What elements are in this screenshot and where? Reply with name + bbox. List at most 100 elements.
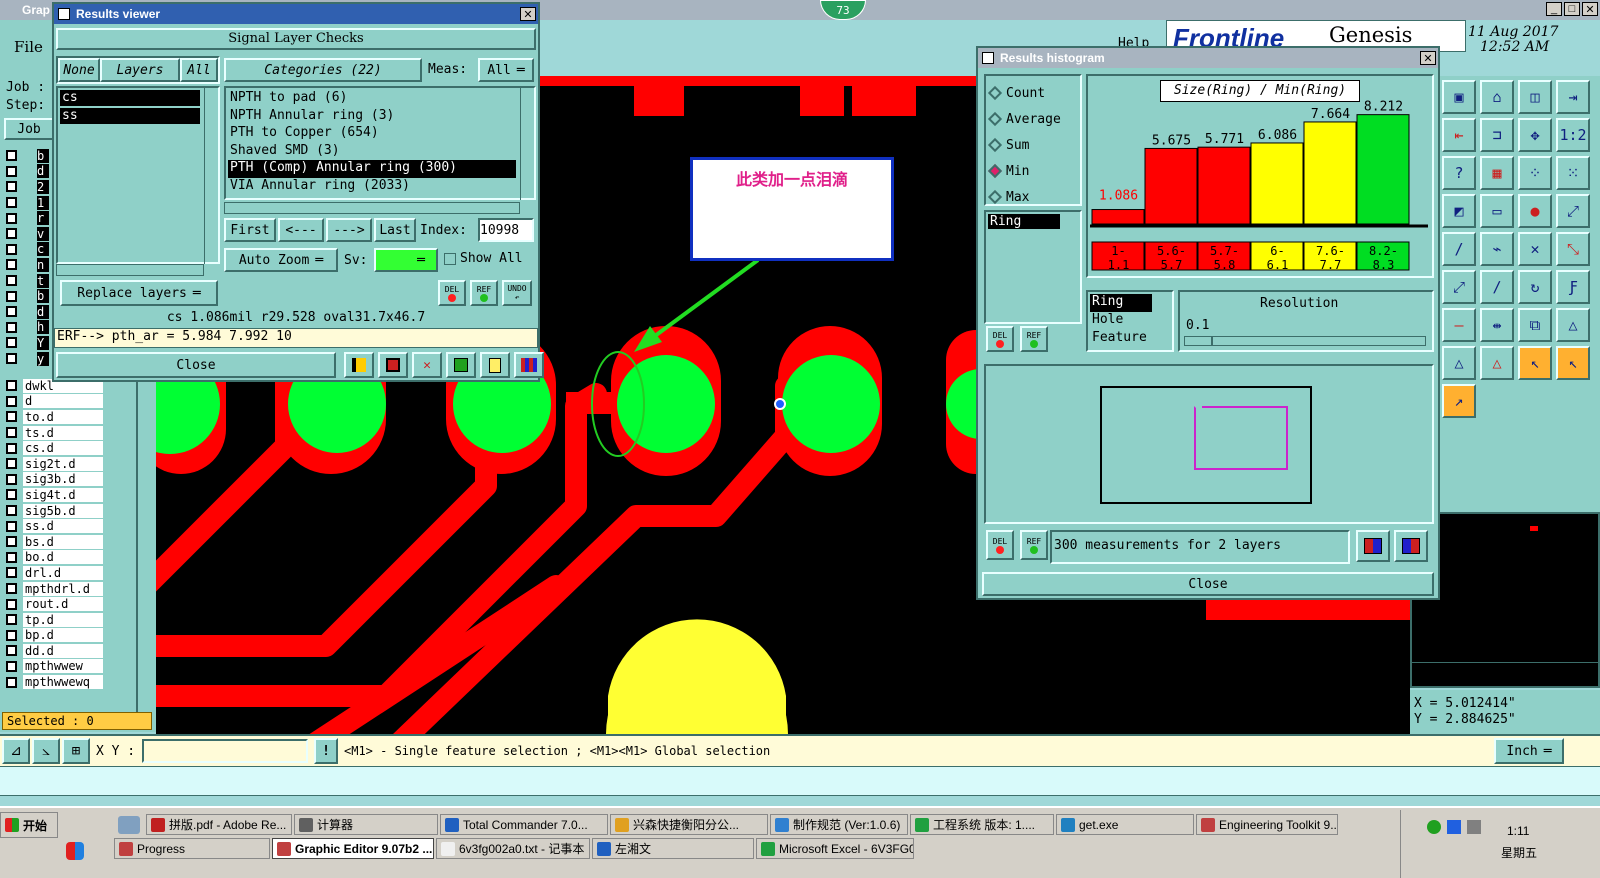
checkbox-icon[interactable] [6,165,17,177]
field-list[interactable]: Ring Hole Feature [1086,290,1174,352]
checkbox-icon[interactable] [6,259,17,271]
layer-row[interactable]: cs.d [6,440,103,456]
pointer-b-tool[interactable]: ↖ [1556,346,1590,380]
close-icon[interactable]: ✕ [520,7,536,21]
checkbox-icon[interactable] [6,614,17,626]
checkbox-icon[interactable] [6,598,17,610]
taskbar-button[interactable]: 拼版.pdf - Adobe Re... [146,814,292,835]
categories-list[interactable]: NPTH to pad (6) NPTH Annular ring (3) PTH … [224,86,536,200]
node-edit-tool[interactable]: ⌁ [1480,232,1514,266]
close-icon[interactable]: ✕ [1420,51,1436,65]
rotate-tool[interactable]: ↻ [1518,270,1552,304]
layer-row[interactable]: v [6,226,49,242]
line-remove-tool[interactable]: — [1442,308,1476,342]
layer-row[interactable]: r [6,210,49,226]
stat-radio[interactable]: Max [986,184,1080,210]
help-tool[interactable]: ? [1442,156,1476,190]
preview-ref-button[interactable]: REF [1020,530,1048,560]
step-back-tool[interactable]: ⇤ [1442,118,1476,152]
taskbar-button[interactable]: Total Commander 7.0... [440,814,608,835]
checkbox-icon[interactable] [6,380,17,392]
pointer-a-tool[interactable]: ↖ [1518,346,1552,380]
layer-row[interactable]: to.d [6,409,103,425]
layer-row[interactable]: n [6,257,49,273]
category-item[interactable]: Shaved SMD (3) [228,143,516,161]
meas-select[interactable]: All ═ [478,58,534,82]
checkbox-icon[interactable] [6,567,17,579]
categories-scrollbar[interactable] [520,86,534,200]
checkbox-icon[interactable] [6,520,17,532]
arc-a-tool[interactable]: △ [1556,308,1590,342]
xy-input[interactable] [142,739,308,763]
taskbar-button[interactable]: Graphic Editor 9.07b2 ... [272,838,434,859]
close-icon[interactable]: ✕ [1582,2,1598,16]
taskbar-button[interactable]: get.exe [1056,814,1194,835]
checkbox-icon[interactable] [6,321,17,333]
arc-c-tool[interactable]: △ [1480,346,1514,380]
checkbox-icon[interactable] [6,629,17,641]
layer-row[interactable]: mpthwwew [6,659,103,675]
show-all-checkbox[interactable]: Show All [444,251,523,266]
taskbar-button[interactable]: 工程系统 版本: 1.... [910,814,1054,835]
checkbox-icon[interactable] [6,676,17,688]
sv-color-select[interactable]: ═ [374,248,438,272]
layer-list-item[interactable]: ss [60,108,200,124]
layer-row[interactable]: tp.d [6,612,103,628]
resolution-slider[interactable] [1184,336,1426,346]
report-icon[interactable] [480,352,510,378]
edit-text-tool[interactable]: Ƒ [1556,270,1590,304]
ring-list[interactable]: Ring [984,210,1082,324]
connect-tool[interactable]: ⤢ [1442,270,1476,304]
checkbox-icon[interactable] [6,275,17,287]
layer-row[interactable]: mpthdrl.d [6,581,103,597]
prev-button[interactable]: <--- [278,218,324,242]
layer-row[interactable]: t [6,273,49,289]
checkbox-icon[interactable] [6,395,17,407]
taskbar-button[interactable]: 兴森快捷衡阳分公... [610,814,768,835]
align-center-tool[interactable]: ✥ [1518,118,1552,152]
layer-row[interactable]: mpthwwewq [6,674,103,690]
units-select[interactable]: Inch ═ [1494,738,1564,764]
pan-tool[interactable]: ⤢ [1556,194,1590,228]
taskbar-button[interactable]: 左湘文 [592,838,754,859]
category-item[interactable]: PTH (Comp) Annular ring (300) [228,160,516,178]
checkbox-icon[interactable] [6,212,17,224]
replace-layers-button[interactable]: Replace layers ═ [60,280,218,306]
layer-list-item[interactable]: cs [60,90,200,106]
file-menu[interactable]: File [14,38,43,56]
all-button[interactable]: All [180,58,218,82]
layer-row[interactable]: d [6,164,49,180]
first-button[interactable]: First [224,218,276,242]
checkbox-icon[interactable] [6,427,17,439]
layer-row[interactable]: 2 [6,179,49,195]
zoom-chart-button[interactable] [1356,530,1390,562]
snap-grid-tool[interactable]: ⁙ [1556,156,1590,190]
cross-select-tool[interactable]: ✕ [1518,232,1552,266]
taskbar-button[interactable]: Engineering Toolkit 9.... [1196,814,1338,835]
grid-button[interactable]: ⊞ [62,738,90,764]
layer-down-tool[interactable]: ▣ [1442,80,1476,114]
hist-ref-button[interactable]: REF [1020,326,1048,352]
dimension-tool[interactable]: ⇹ [1480,308,1514,342]
export-icon[interactable] [446,352,476,378]
layer-row[interactable]: b [6,148,49,164]
category-item[interactable]: NPTH to pad (6) [228,90,516,108]
histogram-bar[interactable] [1356,114,1410,225]
stat-radio[interactable]: Average [986,106,1080,132]
maximize-icon[interactable]: □ [1564,2,1580,16]
layer-row[interactable]: d [6,394,103,410]
highlight-icon[interactable] [378,352,408,378]
checkbox-icon[interactable] [6,411,17,423]
network-icon[interactable] [1427,820,1441,834]
layer-row[interactable]: bs.d [6,534,103,550]
chart-stats-icon[interactable] [344,352,374,378]
del-button[interactable]: DEL [438,280,466,306]
move-node-tool[interactable]: ⤡ [1556,232,1590,266]
job-button[interactable]: Job [4,118,54,140]
undo-button[interactable]: UNDO ↶ [502,280,532,306]
clip-tool[interactable]: ⊐ [1480,118,1514,152]
layer-row[interactable]: sig5b.d [6,503,103,519]
results-close-button[interactable]: Close [56,352,336,378]
checkbox-icon[interactable] [6,551,17,563]
checkbox-icon[interactable] [6,306,17,318]
